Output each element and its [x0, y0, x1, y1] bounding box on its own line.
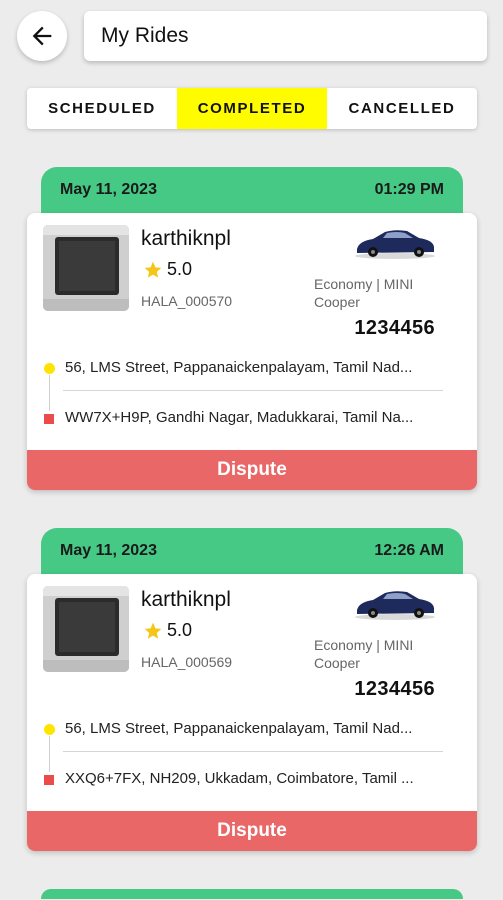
ride-details: karthiknpl 5.0 HALA_000569 Economy | MIN…	[27, 574, 477, 851]
vehicle-type: Economy | MINI Cooper	[314, 637, 414, 671]
route-connector	[49, 375, 50, 411]
tab-cancelled[interactable]: CANCELLED	[327, 88, 477, 129]
driver-name: karthiknpl	[141, 588, 231, 611]
dispute-button[interactable]: Dispute	[27, 450, 477, 490]
ride-card-partial[interactable]	[41, 889, 463, 899]
pickup-address: 56, LMS Street, Pappanaickenpalayam, Tam…	[65, 359, 413, 376]
route-connector	[49, 736, 50, 772]
rating-value: 5.0	[167, 620, 193, 640]
ride-details: karthiknpl 5.0 HALA_000570 Economy | MIN…	[27, 213, 477, 490]
divider	[63, 390, 443, 391]
vehicle-number: 1234456	[354, 317, 435, 339]
divider	[63, 751, 443, 752]
arrow-left-icon	[32, 26, 52, 46]
star-icon	[144, 622, 162, 639]
ride-id: HALA_000570	[141, 293, 233, 309]
drop-marker-icon	[44, 414, 54, 424]
pickup-marker-icon	[44, 363, 55, 374]
ride-time: 12:26 AM	[374, 542, 444, 559]
star-icon	[144, 261, 162, 278]
ride-status-tabs: SCHEDULED COMPLETED CANCELLED	[27, 88, 477, 129]
dispute-button[interactable]: Dispute	[27, 811, 477, 851]
page-title: My Rides	[101, 24, 189, 47]
vehicle-number: 1234456	[354, 678, 435, 700]
driver-rating: 5.0	[143, 620, 192, 641]
car-icon	[353, 586, 437, 627]
drop-marker-icon	[44, 775, 54, 785]
ride-route: 56, LMS Street, Pappanaickenpalayam, Tam…	[27, 720, 477, 811]
driver-photo	[43, 586, 129, 672]
top-bar: My Rides	[0, 0, 503, 80]
ride-list: May 11, 2023 01:29 PM karthiknpl 5.0 HAL…	[27, 167, 477, 899]
car-icon	[353, 225, 437, 266]
ride-card[interactable]: May 11, 2023 01:29 PM karthiknpl 5.0 HAL…	[27, 167, 477, 490]
driver-name: karthiknpl	[141, 227, 231, 250]
tab-completed[interactable]: COMPLETED	[177, 88, 327, 129]
vehicle-type: Economy | MINI Cooper	[314, 276, 414, 310]
ride-route: 56, LMS Street, Pappanaickenpalayam, Tam…	[27, 359, 477, 450]
back-button[interactable]	[17, 11, 67, 61]
ride-id: HALA_000569	[141, 654, 233, 670]
drop-address: XXQ6+7FX, NH209, Ukkadam, Coimbatore, Ta…	[65, 770, 414, 787]
ride-date-bar: May 11, 2023 01:29 PM	[41, 167, 463, 219]
ride-date: May 11, 2023	[60, 542, 157, 559]
ride-date-bar: May 11, 2023 12:26 AM	[41, 528, 463, 580]
driver-rating: 5.0	[143, 259, 192, 280]
page-title-bar: My Rides	[84, 11, 487, 61]
tab-scheduled[interactable]: SCHEDULED	[27, 88, 177, 129]
drop-address: WW7X+H9P, Gandhi Nagar, Madukkarai, Tami…	[65, 409, 414, 426]
ride-card[interactable]: May 11, 2023 12:26 AM karthiknpl 5.0 HAL…	[27, 528, 477, 851]
driver-photo	[43, 225, 129, 311]
ride-time: 01:29 PM	[374, 181, 444, 198]
pickup-address: 56, LMS Street, Pappanaickenpalayam, Tam…	[65, 720, 413, 737]
rating-value: 5.0	[167, 259, 193, 279]
ride-date: May 11, 2023	[60, 181, 157, 198]
pickup-marker-icon	[44, 724, 55, 735]
